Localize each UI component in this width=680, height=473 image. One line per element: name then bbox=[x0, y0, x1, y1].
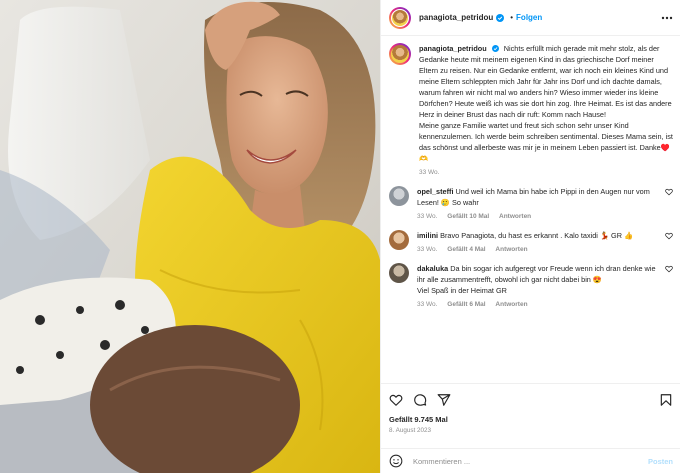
caption-text: Nichts erfüllt mich gerade mit mehr stol… bbox=[419, 44, 673, 163]
comment-likes[interactable]: Gefällt 6 Mal bbox=[447, 301, 485, 308]
likes-count[interactable]: Gefällt 9.745 Mal bbox=[389, 415, 673, 424]
comment-item: opel_steffi Und weil ich Mama bin habe i… bbox=[389, 186, 673, 221]
comment-avatar[interactable] bbox=[389, 263, 409, 283]
heart-icon[interactable] bbox=[665, 188, 673, 196]
comment-age[interactable]: 33 Wo. bbox=[417, 301, 437, 308]
comment-age[interactable]: 33 Wo. bbox=[417, 213, 437, 220]
author-avatar[interactable] bbox=[389, 6, 411, 29]
comment-likes[interactable]: Gefällt 4 Mal bbox=[447, 246, 485, 253]
post-actions: Gefällt 9.745 Mal 8. August 2023 bbox=[381, 383, 680, 434]
heart-icon[interactable] bbox=[665, 265, 673, 273]
post-comment-button[interactable]: Posten bbox=[648, 457, 673, 466]
comment-username[interactable]: dakaluka bbox=[417, 264, 448, 273]
verified-icon bbox=[496, 13, 505, 22]
photo-illustration bbox=[0, 0, 380, 473]
more-icon[interactable] bbox=[661, 12, 673, 24]
caption-author-avatar[interactable] bbox=[389, 43, 411, 65]
add-comment-bar: Kommentieren ... Posten bbox=[381, 448, 680, 473]
comment-text: Bravo Panagiota, du hast es erkannt . Ka… bbox=[440, 231, 634, 240]
comment-reply-button[interactable]: Antworten bbox=[495, 246, 527, 253]
comment-item: imilini Bravo Panagiota, du hast es erka… bbox=[389, 230, 673, 254]
heart-icon[interactable] bbox=[389, 393, 403, 407]
share-icon[interactable] bbox=[437, 393, 451, 407]
caption-author-username[interactable]: panagiota_petridou bbox=[419, 44, 487, 53]
comment-item: dakaluka Da bin sogar ich aufgeregt vor … bbox=[389, 263, 673, 309]
emoji-icon[interactable] bbox=[389, 454, 403, 468]
comment-username[interactable]: opel_steffi bbox=[417, 187, 454, 196]
follow-button[interactable]: Folgen bbox=[516, 13, 542, 22]
heart-icon[interactable] bbox=[665, 232, 673, 240]
comment-input[interactable]: Kommentieren ... bbox=[413, 457, 648, 466]
caption-entry: panagiota_petridou Nichts erfüllt mich g… bbox=[389, 43, 673, 177]
comment-text: Da bin sogar ich aufgeregt vor Freude we… bbox=[417, 264, 656, 295]
post-side-panel: panagiota_petridou • Folgen panagiota_pe… bbox=[380, 0, 680, 473]
comment-likes[interactable]: Gefällt 10 Mal bbox=[447, 213, 489, 220]
comment-age[interactable]: 33 Wo. bbox=[417, 246, 437, 253]
caption-age[interactable]: 33 Wo. bbox=[419, 169, 439, 176]
comment-reply-button[interactable]: Antworten bbox=[499, 213, 531, 220]
verified-icon bbox=[491, 45, 499, 52]
post-header: panagiota_petridou • Folgen bbox=[381, 0, 680, 36]
comment-icon[interactable] bbox=[413, 393, 427, 407]
comment-reply-button[interactable]: Antworten bbox=[495, 301, 527, 308]
save-icon[interactable] bbox=[659, 393, 673, 407]
separator-dot: • bbox=[510, 13, 514, 22]
post-date[interactable]: 8. August 2023 bbox=[389, 427, 673, 434]
comment-avatar[interactable] bbox=[389, 230, 409, 250]
author-username[interactable]: panagiota_petridou bbox=[419, 13, 493, 22]
comments-scroll-area[interactable]: panagiota_petridou Nichts erfüllt mich g… bbox=[381, 37, 680, 381]
comment-avatar[interactable] bbox=[389, 186, 409, 206]
comment-username[interactable]: imilini bbox=[417, 231, 438, 240]
post-photo[interactable] bbox=[0, 0, 380, 473]
